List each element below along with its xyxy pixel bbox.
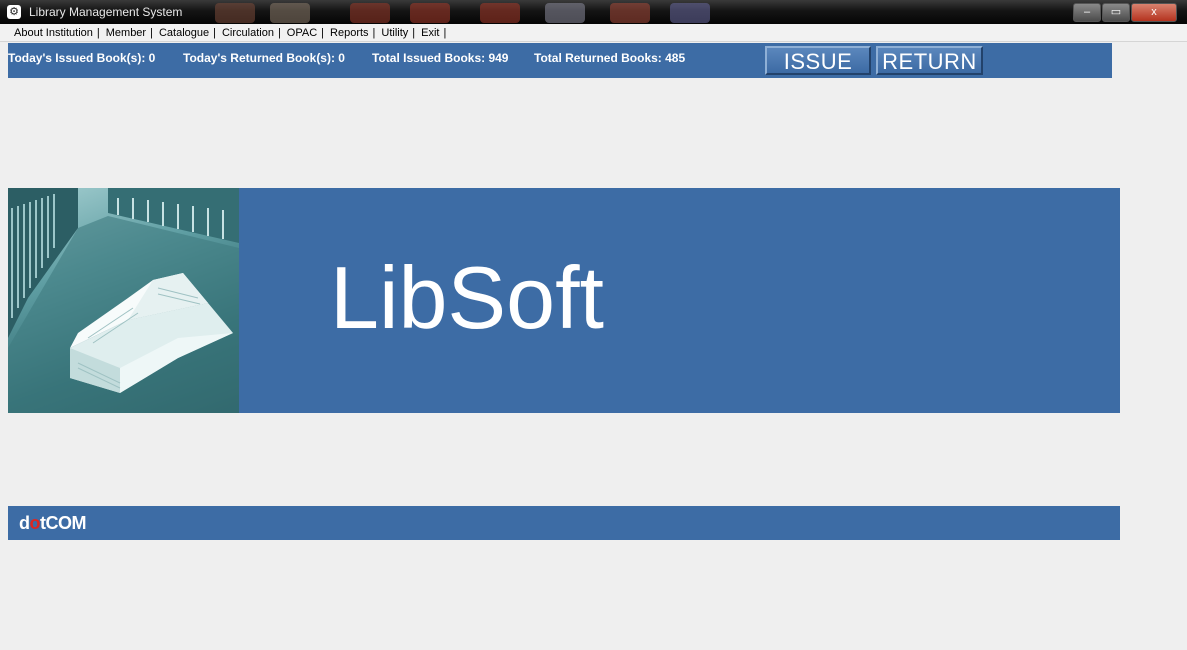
titlebar-decoration (480, 3, 520, 23)
todays-returned-stat: Today's Returned Book(s): 0 (183, 51, 345, 65)
menu-about-institution[interactable]: About Institution (8, 24, 97, 41)
app-icon[interactable]: ⚙ (7, 5, 21, 19)
issue-button[interactable]: ISSUE (765, 46, 871, 75)
menu-utility[interactable]: Utility (375, 24, 412, 41)
library-book-image (8, 188, 239, 413)
titlebar-decoration (545, 3, 585, 23)
menu-circulation[interactable]: Circulation (216, 24, 278, 41)
return-button[interactable]: RETURN (876, 46, 983, 75)
window-titlebar: ⚙ Library Management System – ▭ x (0, 0, 1187, 24)
titlebar-decoration (670, 3, 710, 23)
total-issued-stat: Total Issued Books: 949 (372, 51, 509, 65)
brand-highlight: o (29, 513, 41, 533)
menu-bar: About Institution | Member | Catalogue | Ci… (0, 24, 1187, 42)
todays-issued-stat: Today's Issued Book(s): 0 (8, 51, 156, 65)
brand-prefix: d (19, 513, 30, 533)
titlebar-decoration (610, 3, 650, 23)
titlebar-decoration (270, 3, 310, 23)
menu-exit[interactable]: Exit (415, 24, 443, 41)
stats-bar: Today's Issued Book(s): 0 Today's Return… (8, 43, 1112, 78)
library-book-illustration (8, 188, 239, 413)
minimize-button[interactable]: – (1073, 3, 1101, 22)
maximize-button[interactable]: ▭ (1102, 3, 1130, 22)
brand-suffix: tCOM (40, 513, 87, 533)
close-button[interactable]: x (1131, 3, 1177, 22)
menu-reports[interactable]: Reports (324, 24, 373, 41)
window-controls: – ▭ x (1072, 3, 1177, 22)
titlebar-decoration (410, 3, 450, 23)
window-title: Library Management System (29, 5, 183, 19)
footer-bar: dotCOM (8, 506, 1120, 540)
brand-logo: dotCOM (19, 513, 87, 534)
menu-separator: | (443, 27, 447, 39)
app-title: LibSoft (330, 248, 604, 347)
titlebar-decoration (215, 3, 255, 23)
menu-catalogue[interactable]: Catalogue (153, 24, 213, 41)
titlebar-decoration (350, 3, 390, 23)
hero-banner: LibSoft (8, 188, 1120, 413)
total-returned-stat: Total Returned Books: 485 (534, 51, 686, 65)
menu-opac[interactable]: OPAC (281, 24, 321, 41)
menu-member[interactable]: Member (100, 24, 150, 41)
